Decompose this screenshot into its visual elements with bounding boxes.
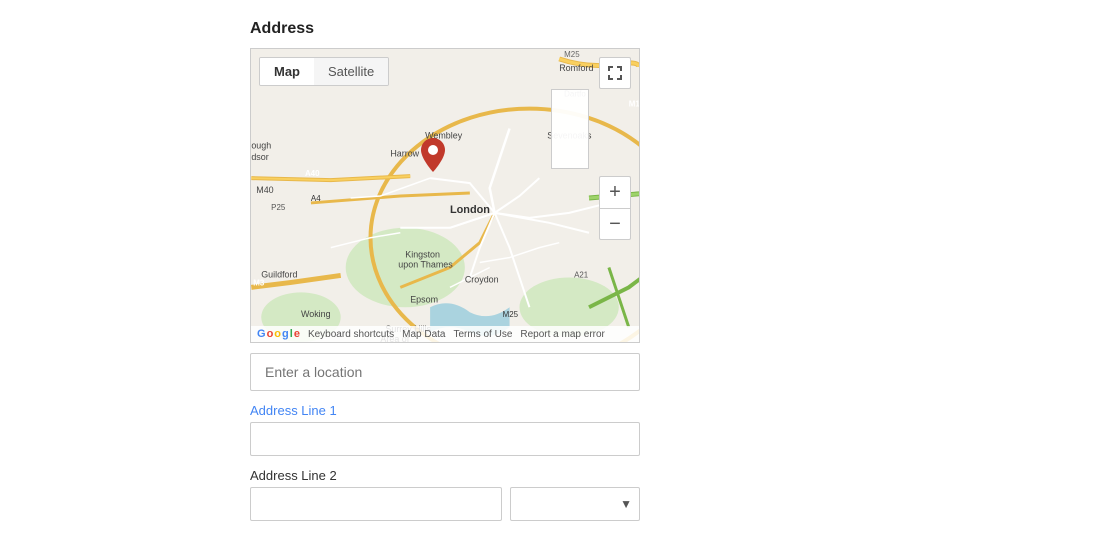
svg-text:A40: A40 (305, 169, 320, 178)
fullscreen-icon (607, 65, 623, 81)
svg-text:M3: M3 (253, 278, 265, 287)
location-input-container (250, 353, 640, 391)
map-container: M25 M11 A127 A13 A40 A4 M3 M25 A2 Romfor… (250, 48, 640, 343)
map-pin (421, 138, 445, 172)
svg-text:Croydon: Croydon (465, 274, 499, 284)
address-line-2-select[interactable]: Option 1 Option 2 (510, 487, 640, 521)
map-right-panel (551, 89, 589, 169)
svg-text:Epsom: Epsom (410, 294, 438, 304)
svg-text:M25: M25 (503, 310, 519, 319)
map-footer: Google Keyboard shortcuts Map Data Terms… (251, 326, 639, 342)
svg-text:Harrow: Harrow (390, 148, 419, 158)
address-line-2-select-wrapper: Option 1 Option 2 ▼ (510, 487, 640, 521)
svg-text:M40: M40 (256, 185, 273, 195)
svg-text:London: London (450, 204, 490, 216)
map-background: M25 M11 A127 A13 A40 A4 M3 M25 A2 Romfor… (251, 49, 639, 342)
map-zoom-out-button[interactable]: − (599, 208, 631, 240)
address-line-2-text-input[interactable] (250, 487, 502, 521)
svg-text:Romford: Romford (559, 63, 593, 73)
page-container: Address (0, 0, 1116, 521)
address-line-1-label: Address Line 1 (250, 403, 1116, 418)
map-type-satellite-button[interactable]: Satellite (314, 58, 388, 85)
svg-text:M11: M11 (629, 100, 639, 109)
svg-text:Guildford: Guildford (261, 269, 297, 279)
map-zoom-controls: + − (599, 176, 631, 240)
section-title: Address (250, 20, 1116, 38)
svg-text:A4: A4 (311, 194, 321, 203)
svg-text:P25: P25 (271, 203, 286, 212)
google-logo: Google (257, 328, 300, 340)
svg-text:M25: M25 (564, 50, 580, 59)
svg-text:dsor: dsor (251, 152, 268, 162)
svg-text:Woking: Woking (301, 309, 331, 319)
svg-text:A21: A21 (574, 270, 589, 279)
keyboard-shortcuts-link[interactable]: Keyboard shortcuts (308, 329, 394, 340)
report-error-link[interactable]: Report a map error (520, 329, 604, 340)
address-line-2-label: Address Line 2 (250, 468, 1116, 483)
svg-text:ough: ough (251, 140, 271, 150)
terms-link[interactable]: Terms of Use (453, 329, 512, 340)
svg-text:Kingston: Kingston (405, 250, 440, 260)
map-type-bar: Map Satellite (259, 57, 389, 86)
map-fullscreen-button[interactable] (599, 57, 631, 89)
map-type-map-button[interactable]: Map (260, 58, 314, 85)
location-input[interactable] (250, 353, 640, 391)
address-line-2-row: Option 1 Option 2 ▼ (250, 487, 640, 521)
map-data-label: Map Data (402, 329, 445, 340)
address-line-1-input[interactable] (250, 422, 640, 456)
svg-text:upon Thames: upon Thames (398, 260, 453, 270)
map-zoom-in-button[interactable]: + (599, 176, 631, 208)
